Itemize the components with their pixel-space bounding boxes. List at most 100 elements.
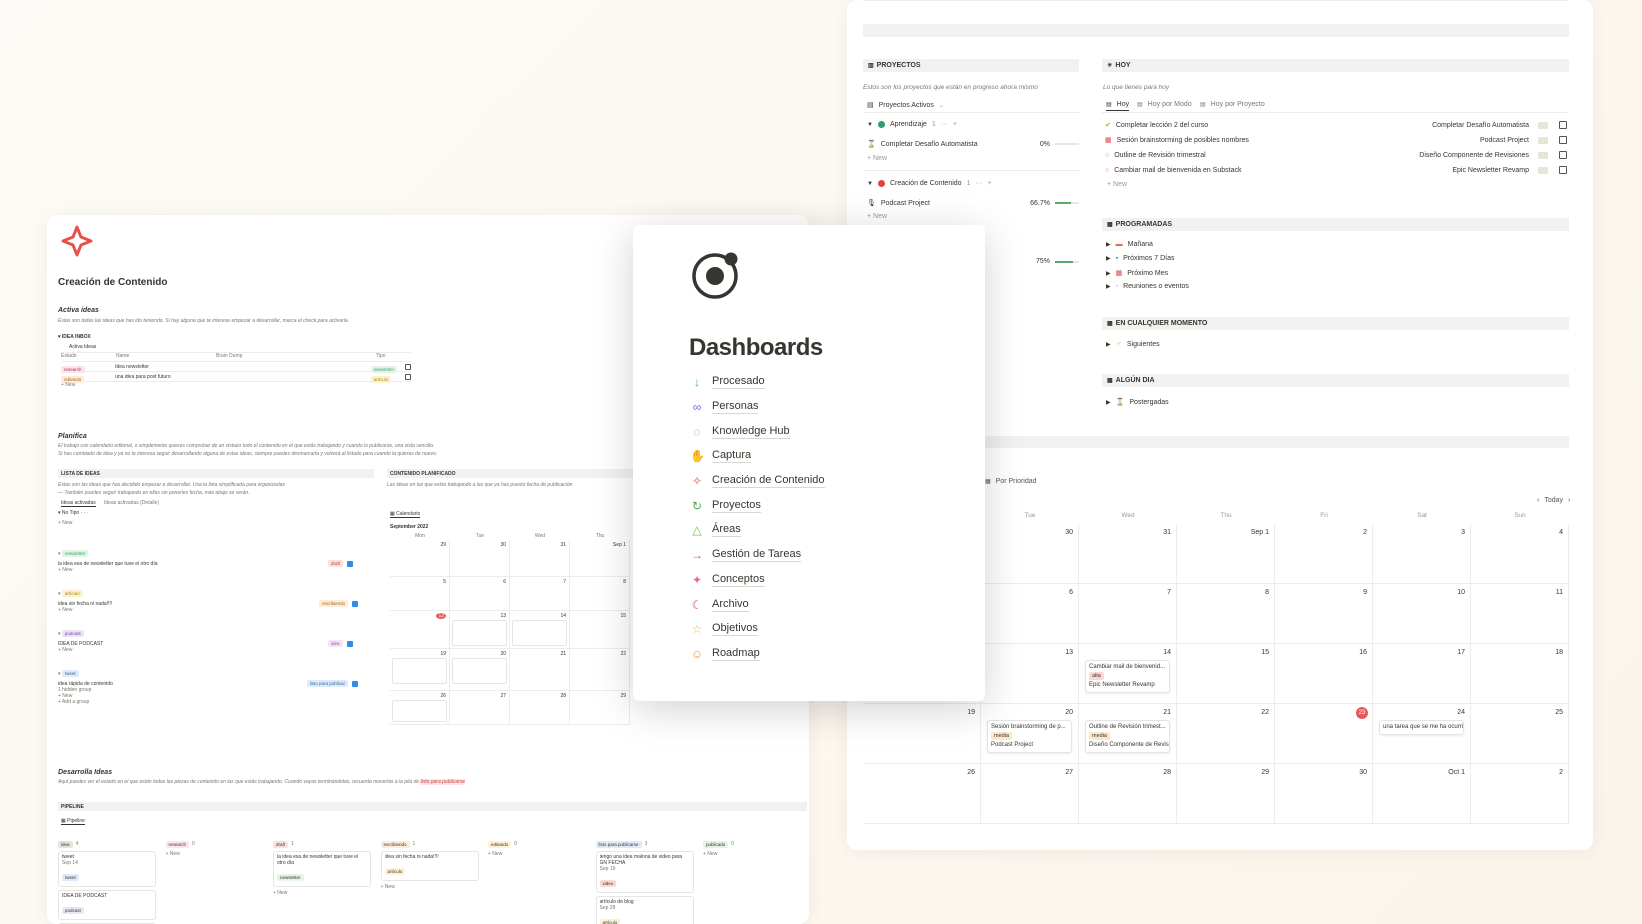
dashboard-link-objetivos[interactable]: ☆ Objetivos (690, 617, 950, 642)
calendar-cell[interactable]: 25 (1471, 704, 1569, 764)
dashboard-link-procesado[interactable]: ↓ Procesado (690, 370, 950, 395)
calendar-cell[interactable]: 22 (1177, 704, 1275, 764)
dashboard-link-áreas[interactable]: △ Áreas (690, 518, 950, 543)
project-row[interactable]: ⌛ Completar Desafío Automatista 0% (867, 140, 1079, 148)
new-button[interactable]: + New (867, 155, 887, 162)
project-row[interactable]: 🎙 Podcast Project 66.7% (867, 199, 1079, 207)
group-toggle[interactable]: ▾ tweet (58, 670, 358, 677)
group-toggle[interactable]: ▾ No Tipo · · · (58, 510, 358, 516)
new-button[interactable]: + New (1107, 181, 1127, 188)
mini-cal-cell[interactable]: 30 (450, 540, 510, 577)
calendar-cell[interactable]: 21 Outline de Revisión trimest... media Dis… (1079, 704, 1177, 764)
mini-cal-cell[interactable]: 22 (570, 649, 630, 691)
calendar-event[interactable]: Cambiar mail de bienvenid... alta Epic New… (1085, 660, 1170, 693)
mini-cal-cell[interactable]: 7 (510, 577, 570, 611)
tab-hoy-por-proyecto[interactable]: ▤ Hoy por Proyecto (1200, 101, 1265, 108)
pipeline-card[interactable]: tengo una idea malona de video para GN F… (595, 851, 694, 893)
dashboard-link-knowledge-hub[interactable]: ◌ Knowledge Hub (690, 419, 950, 444)
mini-cal-cell[interactable]: 28 (510, 691, 570, 725)
group-creacion[interactable]: ▼ Creación de Contenido 1 ··· + (867, 180, 992, 187)
more-icon[interactable]: ··· (975, 180, 982, 187)
calendar-cell[interactable]: 8 (1177, 584, 1275, 644)
task-row[interactable]: ✔ Completar lección 2 del curso Completar … (1105, 121, 1567, 129)
list-item[interactable]: la idea esa de newsletter que tuve el ot… (58, 560, 358, 567)
dashboard-link-proyectos[interactable]: ↻ Proyectos (690, 493, 950, 518)
mini-cal-cell[interactable]: 13 (450, 611, 510, 649)
calendar-cell[interactable]: 13 (981, 644, 1079, 704)
mini-cal-cell[interactable]: 20 (450, 649, 510, 691)
activated-checkbox[interactable] (346, 640, 353, 647)
task-checkbox[interactable] (1559, 151, 1567, 159)
mini-event-card[interactable] (392, 700, 447, 722)
mini-cal-cell[interactable]: 14 (510, 611, 570, 649)
dashboard-link-conceptos[interactable]: ✦ Conceptos (690, 568, 950, 593)
toggle-reuniones[interactable]: ▶ ◦ Reuniones o eventos (1106, 283, 1189, 290)
calendar-cell[interactable]: 26 (863, 764, 981, 824)
group-toggle[interactable]: ▾ newsletter (58, 550, 358, 557)
toggle-proximos-7[interactable]: ▶ ▪ Próximos 7 Días (1106, 255, 1174, 262)
task-row[interactable]: ○ Cambiar mail de bienvenida en Substack E… (1105, 166, 1567, 174)
new-card-button[interactable]: + New (703, 851, 801, 857)
project-link[interactable]: Diseño Componente de Revisiones (1419, 152, 1529, 159)
mini-event-card[interactable] (452, 620, 507, 646)
new-card-button[interactable]: + New (488, 851, 586, 857)
add-group-button[interactable]: + Add a group (58, 699, 358, 705)
toggle-postergadas[interactable]: ▶ ⌛ Postergadas (1106, 398, 1169, 407)
mini-event-card[interactable] (452, 658, 507, 684)
new-button[interactable]: + New (58, 607, 358, 613)
project-link[interactable]: Podcast Project (1480, 137, 1529, 144)
calendar-cell[interactable]: 6 (981, 584, 1079, 644)
calendar-event[interactable]: una tarea que se me ha ocurri... (1379, 720, 1464, 735)
list-item[interactable]: IDEA DE PODCAST idea (58, 640, 358, 647)
calendar-cell[interactable]: 10 (1373, 584, 1471, 644)
tab-ideas-detalle[interactable]: Ideas activadas (Detalle) (104, 500, 159, 506)
chevron-right-icon[interactable]: › (1568, 497, 1570, 504)
new-card-button[interactable]: + New (166, 851, 264, 857)
calendar-cell[interactable]: 30 (981, 524, 1079, 584)
mini-event-card[interactable] (392, 658, 447, 684)
new-button[interactable]: + New (867, 213, 887, 220)
calendar-cell[interactable]: 9 (1275, 584, 1373, 644)
mini-cal-cell[interactable]: 26 (390, 691, 450, 725)
activated-checkbox[interactable] (352, 680, 358, 687)
calendar-cell[interactable]: 2 (1471, 764, 1569, 824)
task-checkbox[interactable] (1559, 166, 1567, 174)
calendar-cell[interactable]: 19 (863, 704, 981, 764)
project-link[interactable]: Epic Newsletter Revamp (1452, 167, 1529, 174)
mini-cal-cell[interactable]: 31 (510, 540, 570, 577)
calendar-cell[interactable]: 4 (1471, 524, 1569, 584)
new-button[interactable]: + New (58, 647, 358, 653)
pipeline-card[interactable]: idea sin fecha ni nada!!!! artículo (380, 851, 479, 881)
list-item[interactable]: idea sin fecha ni nada!!!! escribiendo (58, 600, 358, 607)
calendar-cell[interactable]: 16 (1275, 644, 1373, 704)
table-row[interactable]: editando una idea para post futuro artíc… (61, 372, 411, 383)
task-row[interactable]: ○ Outline de Revisión trimestral Diseño Co… (1105, 151, 1567, 159)
calendar-cell[interactable]: 17 (1373, 644, 1471, 704)
dashboard-link-personas[interactable]: ∞ Personas (690, 395, 950, 420)
pipeline-card[interactable]: la idea esa de newsletter que tuve el ot… (273, 851, 371, 887)
calendar-cell[interactable]: 14 Cambiar mail de bienvenid... alta Epic N… (1079, 644, 1177, 704)
mini-cal-cell[interactable]: 29 (570, 691, 630, 725)
view-proyectos-activos[interactable]: ▤ Proyectos Activos ⌄ (867, 101, 944, 110)
calendar-cell[interactable]: 30 (1275, 764, 1373, 824)
activate-checkbox[interactable] (405, 363, 411, 370)
tab-por-prioridad[interactable]: ▦ Por Prioridad (985, 478, 1037, 485)
chevron-left-icon[interactable]: ‹ (1537, 497, 1539, 504)
calendar-cell[interactable]: Oct 1 (1373, 764, 1471, 824)
tab-hoy[interactable]: ▤ Hoy (1106, 101, 1130, 111)
new-card-button[interactable]: + New (273, 890, 371, 896)
mini-cal-cell[interactable]: 19 (390, 649, 450, 691)
calendar-cell[interactable]: 29 (1177, 764, 1275, 824)
calendar-event[interactable]: Sesión brainstorming de p... media Podcast… (987, 720, 1072, 753)
dashboard-link-archivo[interactable]: ☾ Archivo (690, 592, 950, 617)
idea-inbox-group[interactable]: ▾ IDEA INBOX (58, 334, 91, 340)
tab-pipeline[interactable]: ▦ Pipeline (61, 818, 85, 825)
tab-ideas-activadas[interactable]: Ideas activadas (61, 500, 96, 507)
tab-calendario[interactable]: ▦ Calendario (390, 511, 421, 518)
task-checkbox[interactable] (1559, 136, 1567, 144)
dashboard-link-creación-de-contenido[interactable]: ✧ Creación de Contenido (690, 469, 950, 494)
calendar-cell[interactable]: 11 (1471, 584, 1569, 644)
tab-hoy-por-modo[interactable]: ▤ Hoy por Modo (1137, 101, 1192, 108)
pipeline-card[interactable]: artículo de blog Sep 28 artículo (595, 896, 694, 924)
calendar-cell[interactable]: 27 (981, 764, 1079, 824)
